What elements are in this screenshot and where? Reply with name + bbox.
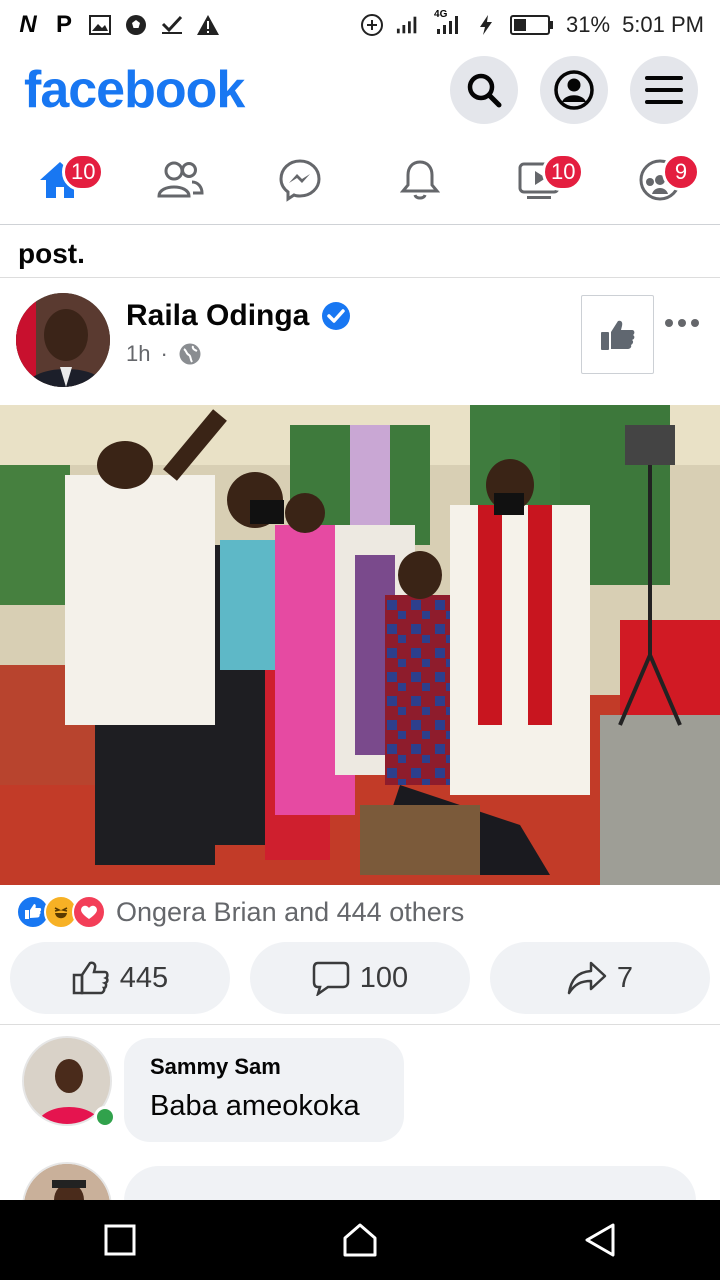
- commenter-name[interactable]: Sammy Sam: [150, 1054, 378, 1080]
- charging-icon: [474, 13, 498, 37]
- p-letter-icon: P: [55, 11, 72, 38]
- tab-watch[interactable]: 10: [500, 145, 585, 215]
- post-time[interactable]: 1h: [126, 341, 150, 367]
- reaction-icons: [16, 895, 106, 929]
- tab-notifications[interactable]: [380, 145, 460, 215]
- post-more-button[interactable]: [662, 311, 702, 335]
- author-name[interactable]: Raila Odinga: [126, 299, 309, 333]
- verified-badge-icon: [322, 302, 351, 330]
- facebook-logo[interactable]: facebook: [24, 60, 245, 120]
- gallery-icon: [88, 13, 112, 37]
- reactions-summary[interactable]: Ongera Brian and 444 others: [16, 890, 464, 934]
- comment-bubble[interactable]: Sammy Sam Baba ameokoka: [124, 1038, 404, 1142]
- header-actions: [450, 56, 698, 124]
- battery-percent: 31%: [566, 12, 611, 37]
- watch-badge: 10: [542, 152, 585, 191]
- app-header: facebook: [0, 50, 720, 130]
- home-badge: 10: [62, 152, 105, 191]
- search-button[interactable]: [450, 56, 518, 124]
- hamburger-icon: [645, 76, 683, 104]
- tab-groups[interactable]: 9: [620, 145, 700, 215]
- back-button[interactable]: [570, 1210, 630, 1270]
- like-page-button[interactable]: [581, 295, 654, 374]
- tab-home[interactable]: 10: [20, 145, 105, 215]
- warning-icon: [196, 13, 220, 37]
- current-user-avatar: [22, 1162, 112, 1202]
- recents-button[interactable]: [90, 1210, 150, 1270]
- comment-item: Sammy Sam Baba ameokoka: [22, 1036, 702, 1146]
- thumbs-up-outline-icon: [72, 961, 109, 995]
- post-meta: 1h ·: [126, 341, 202, 367]
- soccer-icon: [124, 13, 148, 37]
- share-icon: [567, 961, 607, 995]
- system-navigation-bar: [0, 1200, 720, 1280]
- post-actions: 445 100 7: [10, 942, 710, 1014]
- tab-messenger[interactable]: [260, 145, 340, 215]
- reactions-text: Ongera Brian and 444 others: [116, 896, 465, 927]
- home-nav-button[interactable]: [330, 1210, 390, 1270]
- comment-text: Baba ameokoka: [150, 1090, 360, 1122]
- messenger-icon: [279, 158, 321, 202]
- comment-button[interactable]: 100: [250, 942, 470, 1014]
- love-reaction-icon: [72, 895, 106, 929]
- signal-icon: [396, 13, 420, 37]
- square-icon: [104, 1224, 136, 1256]
- author-row: Raila Odinga: [126, 299, 351, 333]
- n-letter-icon: N: [19, 11, 37, 38]
- author-avatar[interactable]: [16, 293, 110, 387]
- battery-icon: [510, 13, 554, 37]
- globe-icon: [179, 343, 201, 365]
- section-divider: [0, 1024, 720, 1025]
- check-icon: [160, 13, 184, 37]
- data-saver-icon: [360, 13, 384, 37]
- status-left-icons: N P: [16, 11, 220, 38]
- search-icon: [467, 73, 502, 108]
- main-nav-tabs: 10 10 9: [0, 135, 720, 225]
- post-photo[interactable]: [0, 405, 720, 885]
- more-dots-icon: [665, 319, 699, 327]
- meta-separator: ·: [160, 341, 168, 366]
- share-button[interactable]: 7: [490, 942, 710, 1014]
- previous-post-tail: post.: [0, 226, 720, 278]
- back-triangle-icon: [585, 1223, 615, 1257]
- comment-count: 100: [359, 961, 409, 994]
- status-right: 4G 31% 5:01 PM: [360, 9, 704, 38]
- status-bar: N P 4G 31% 5:01 PM: [0, 0, 720, 50]
- bell-icon: [400, 159, 440, 199]
- post-header: Raila Odinga 1h ·: [0, 285, 720, 395]
- profile-button[interactable]: [540, 56, 608, 124]
- write-comment-input[interactable]: [124, 1166, 696, 1202]
- like-count: 445: [119, 961, 169, 994]
- groups-badge: 9: [662, 152, 700, 191]
- write-comment-row: [22, 1162, 702, 1202]
- clock: 5:01 PM: [622, 12, 704, 37]
- thumbs-up-icon: [600, 320, 634, 350]
- friends-icon: [157, 161, 204, 197]
- menu-button[interactable]: [630, 56, 698, 124]
- home-outline-icon: [343, 1223, 377, 1257]
- share-count: 7: [616, 961, 634, 994]
- like-button[interactable]: 445: [10, 942, 230, 1014]
- tab-friends[interactable]: [140, 145, 220, 215]
- previous-post-text: post.: [18, 238, 85, 269]
- online-status-dot: [94, 1106, 116, 1128]
- comment-icon: [312, 961, 350, 996]
- profile-icon: [554, 70, 594, 110]
- network-type: 4G: [434, 9, 448, 20]
- signal-4g-icon: 4G: [432, 9, 462, 37]
